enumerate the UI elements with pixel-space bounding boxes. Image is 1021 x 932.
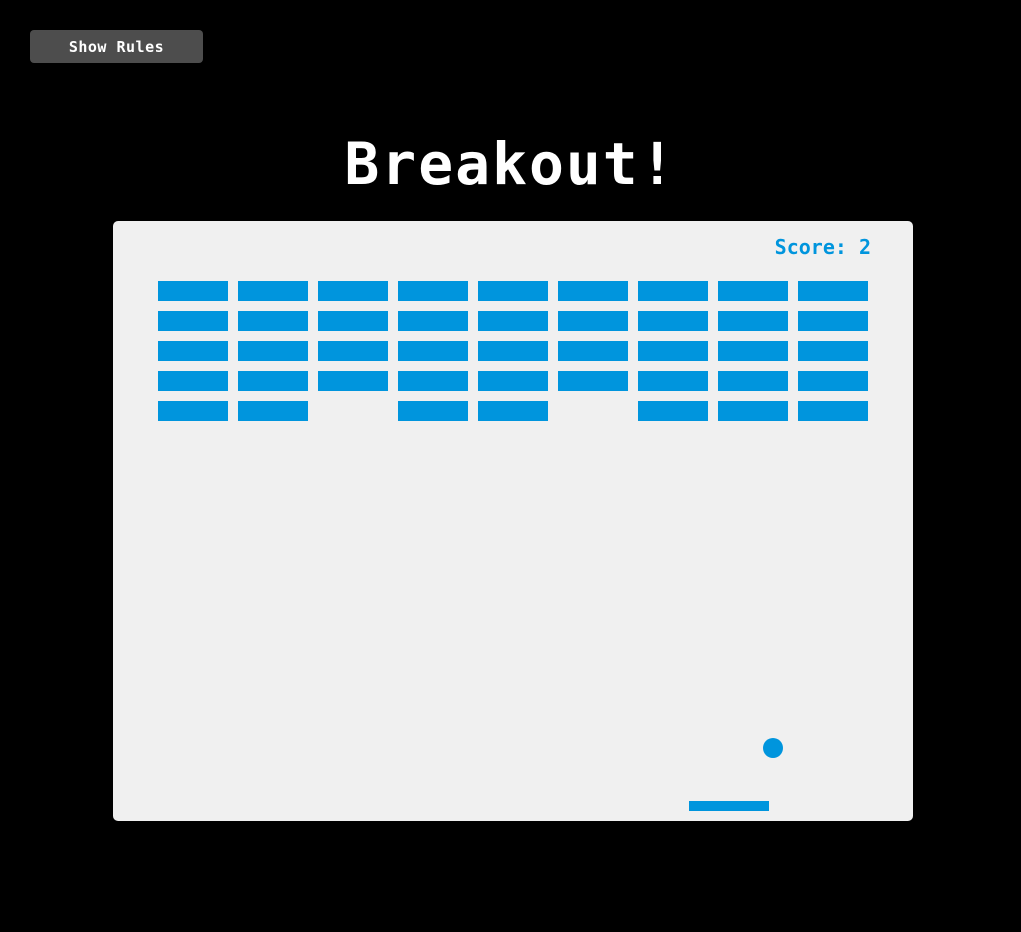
brick (798, 281, 868, 301)
brick (718, 371, 788, 391)
brick (398, 371, 468, 391)
brick (558, 371, 628, 391)
brick (238, 281, 308, 301)
brick (478, 341, 548, 361)
brick (318, 341, 388, 361)
brick (558, 281, 628, 301)
brick (798, 401, 868, 421)
brick (398, 281, 468, 301)
brick (478, 371, 548, 391)
brick (558, 311, 628, 331)
brick (638, 371, 708, 391)
brick (478, 311, 548, 331)
page-title: Breakout! (344, 130, 677, 198)
brick (158, 281, 228, 301)
brick (798, 341, 868, 361)
brick (638, 281, 708, 301)
brick (478, 401, 548, 421)
brick (478, 281, 548, 301)
brick (638, 341, 708, 361)
brick (238, 401, 308, 421)
ball (763, 738, 783, 758)
game-canvas[interactable]: Score: 2 (113, 221, 913, 821)
brick (798, 371, 868, 391)
brick (158, 341, 228, 361)
brick (158, 311, 228, 331)
brick (238, 341, 308, 361)
brick (398, 401, 468, 421)
brick (638, 401, 708, 421)
brick (798, 311, 868, 331)
brick (638, 311, 708, 331)
brick (398, 311, 468, 331)
brick (318, 281, 388, 301)
brick (238, 311, 308, 331)
brick (718, 311, 788, 331)
brick (238, 371, 308, 391)
brick (558, 341, 628, 361)
brick (318, 371, 388, 391)
brick (718, 401, 788, 421)
show-rules-button[interactable]: Show Rules (30, 30, 203, 63)
brick (718, 341, 788, 361)
brick (318, 311, 388, 331)
brick (158, 371, 228, 391)
paddle[interactable] (689, 801, 769, 811)
brick (398, 341, 468, 361)
brick (158, 401, 228, 421)
brick (718, 281, 788, 301)
score-label: Score: 2 (774, 235, 871, 259)
